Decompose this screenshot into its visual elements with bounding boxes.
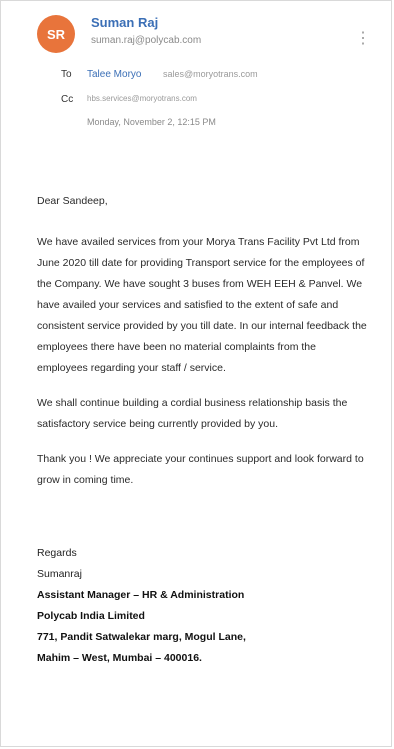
email-header: SR Suman Raj suman.raj@polycab.com ⋮ To …: [1, 1, 391, 141]
sender-name[interactable]: Suman Raj: [91, 15, 158, 30]
paragraph-2: We shall continue building a cordial bus…: [37, 397, 348, 430]
sender-avatar[interactable]: SR: [37, 15, 75, 53]
cc-label: Cc: [61, 94, 74, 105]
signature: Regards Sumanraj Assistant Manager – HR …: [37, 543, 367, 669]
paragraph-3: Thank you ! We appreciate your continues…: [37, 453, 364, 486]
signature-address-line-1: 771, Pandit Satwalekar marg, Mogul Lane,: [37, 631, 246, 643]
to-label: To: [61, 69, 72, 80]
to-recipient-name[interactable]: Talee Moryo: [87, 69, 141, 80]
cc-recipient-email[interactable]: hbs.services@moryotrans.com: [87, 94, 347, 103]
signature-company: Polycab India Limited: [37, 610, 145, 622]
email-view: SR Suman Raj suman.raj@polycab.com ⋮ To …: [0, 0, 392, 747]
greeting: Dear Sandeep,: [37, 195, 108, 207]
sender-email: suman.raj@polycab.com: [91, 35, 202, 46]
email-body: Dear Sandeep, We have availed services f…: [37, 191, 367, 669]
signature-name: Sumanraj: [37, 568, 82, 580]
signature-regards: Regards: [37, 547, 77, 559]
more-options-icon[interactable]: ⋮: [355, 31, 371, 47]
signature-address-line-2: Mahim – West, Mumbai – 400016.: [37, 652, 202, 664]
signature-title: Assistant Manager – HR & Administration: [37, 589, 245, 601]
paragraph-1: We have availed services from your Morya…: [37, 236, 367, 374]
to-recipient-email: sales@moryotrans.com: [163, 69, 258, 79]
email-date: Monday, November 2, 12:15 PM: [87, 117, 216, 127]
